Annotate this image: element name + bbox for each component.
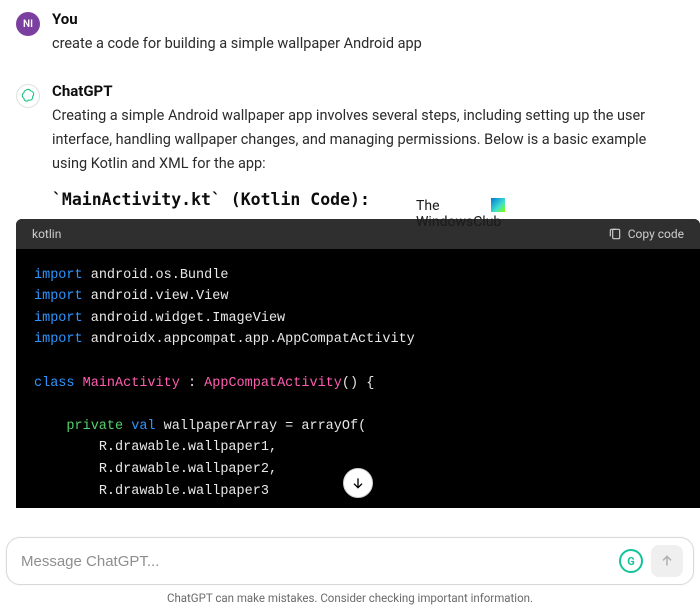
openai-icon [20, 88, 36, 104]
watermark-line2: WindowsClub [416, 214, 505, 230]
kw-import-1: import [34, 268, 83, 283]
array-item-3: R.drawable.wallpaper3 [99, 484, 269, 499]
user-message: NI You create a code for building a simp… [16, 10, 684, 56]
windows-logo-icon [491, 198, 505, 212]
message-input[interactable] [21, 553, 619, 570]
kw-private: private [66, 419, 123, 434]
user-initials: NI [23, 19, 33, 30]
assistant-label: ChatGPT [52, 82, 684, 100]
copy-code-label: Copy code [628, 227, 684, 241]
array-item-1: R.drawable.wallpaper1, [99, 440, 277, 455]
super-class: AppCompatActivity [204, 376, 342, 391]
code-language: kotlin [32, 227, 61, 241]
assistant-avatar [16, 84, 40, 108]
import-3: android.widget.ImageView [91, 311, 285, 326]
scroll-down-button[interactable] [343, 468, 373, 498]
code-block: kotlin Copy code import android.os.Bundl… [16, 219, 700, 509]
assistant-message: ChatGPT Creating a simple Android wallpa… [16, 82, 684, 508]
assistant-intro: Creating a simple Android wallpaper app … [52, 104, 684, 176]
kw-import-4: import [34, 332, 83, 347]
arrow-down-icon [350, 475, 366, 491]
kw-val: val [131, 419, 155, 434]
arrow-up-icon [659, 553, 675, 569]
code-header: kotlin Copy code [16, 219, 700, 249]
conversation: NI You create a code for building a simp… [0, 0, 700, 508]
clipboard-icon [608, 227, 622, 241]
watermark-line1: The [416, 198, 440, 214]
code-heading: `MainActivity.kt` (Kotlin Code): [52, 190, 684, 209]
import-2: android.view.View [91, 289, 229, 304]
disclaimer: ChatGPT can make mistakes. Consider chec… [0, 591, 700, 605]
kw-import-3: import [34, 311, 83, 326]
watermark: The WindowsClub [416, 198, 505, 230]
field-decl: wallpaperArray = arrayOf( [164, 419, 367, 434]
user-body: You create a code for building a simple … [52, 10, 684, 56]
class-name: MainActivity [83, 376, 180, 391]
user-text: create a code for building a simple wall… [52, 32, 684, 56]
import-1: android.os.Bundle [91, 268, 229, 283]
user-avatar: NI [16, 12, 40, 36]
kw-class: class [34, 376, 75, 391]
array-item-2: R.drawable.wallpaper2, [99, 462, 277, 477]
user-label: You [52, 10, 684, 28]
kw-import-2: import [34, 289, 83, 304]
message-composer: G [6, 537, 694, 585]
send-button[interactable] [651, 545, 683, 577]
grammarly-icon[interactable]: G [619, 549, 643, 573]
import-4: androidx.appcompat.app.AppCompatActivity [91, 332, 415, 347]
copy-code-button[interactable]: Copy code [608, 227, 684, 241]
assistant-body: ChatGPT Creating a simple Android wallpa… [52, 82, 684, 508]
